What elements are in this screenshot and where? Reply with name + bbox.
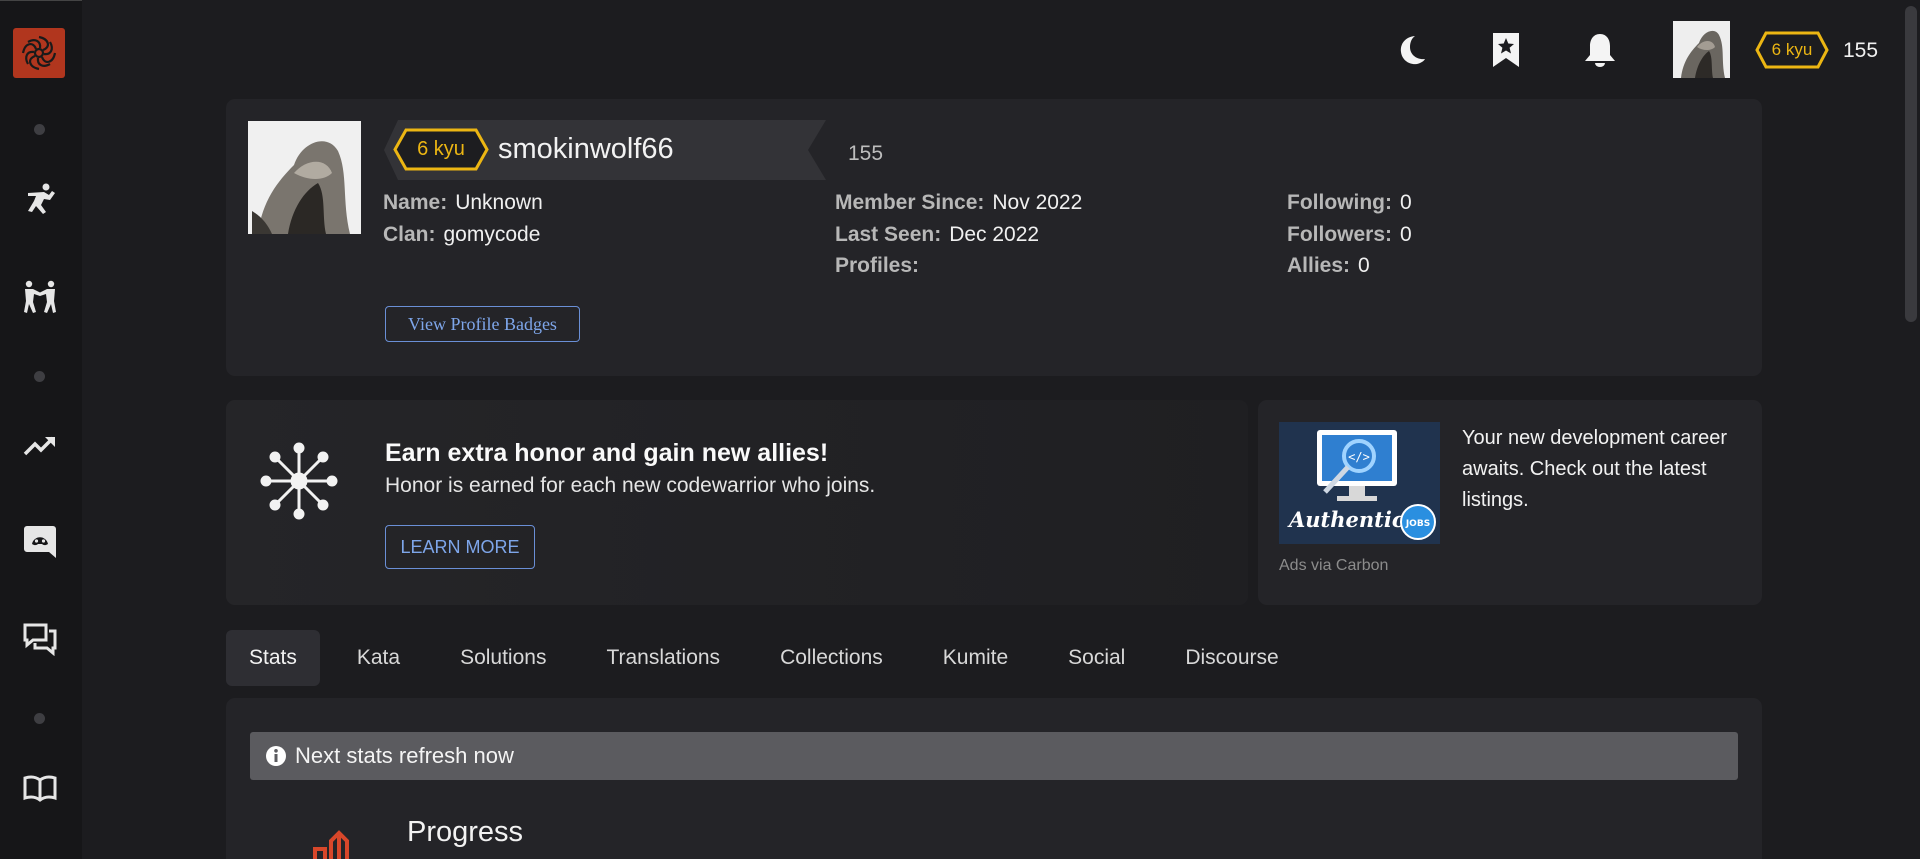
clan-label: Clan:	[383, 223, 436, 246]
stats-card: Next stats refresh now Progress	[226, 698, 1762, 859]
ad-jobs-badge: JOBS	[1405, 519, 1430, 529]
discord-icon	[24, 526, 56, 558]
sidebar	[0, 0, 82, 859]
trending-up-icon	[23, 436, 55, 456]
moon-icon	[1400, 36, 1425, 65]
rank-label: 6 kyu	[417, 138, 465, 160]
tab-translations[interactable]: Translations	[583, 630, 743, 686]
username: smokinwolf66	[498, 133, 674, 165]
tab-solutions[interactable]: Solutions	[437, 630, 569, 686]
tab-discourse[interactable]: Discourse	[1162, 630, 1301, 686]
tab-stats[interactable]: Stats	[226, 630, 320, 686]
page-scrollbar[interactable]	[1900, 0, 1920, 859]
name-field: Name: Unknown	[383, 191, 543, 215]
rank-badge: 6 kyu	[1755, 31, 1829, 69]
clan-value: gomycode	[443, 223, 541, 246]
last-seen-value: Dec 2022	[949, 223, 1040, 246]
progress-heading: Progress	[407, 816, 524, 848]
ad-image[interactable]: </> Authentic JOBS	[1279, 422, 1440, 544]
tab-collections[interactable]: Collections	[757, 630, 906, 686]
bell-icon	[1585, 34, 1615, 67]
scrollbar-thumb[interactable]	[1905, 6, 1917, 322]
stats-refresh-notice: Next stats refresh now	[250, 732, 1738, 780]
sidebar-item-kumite[interactable]	[20, 277, 60, 317]
honor-count: 155	[1843, 39, 1879, 62]
martial-arts-kick-icon	[28, 183, 55, 214]
rank-badge: 6 kyu	[393, 128, 489, 171]
tab-kumite[interactable]: Kumite	[920, 630, 1031, 686]
user-avatar[interactable]	[1673, 21, 1730, 78]
sparring-icon	[24, 280, 56, 313]
ad-card: </> Authentic JOBS Your new development …	[1258, 400, 1762, 605]
sidebar-divider-dot	[34, 124, 45, 135]
last-seen-field: Last Seen: Dec 2022	[835, 223, 1039, 247]
info-icon	[266, 746, 286, 766]
promo-subtitle: Honor is earned for each new codewarrior…	[385, 474, 876, 497]
refresh-notice-text: Next stats refresh now	[295, 743, 514, 768]
following-value: 0	[1399, 191, 1412, 214]
followers-value: 0	[1400, 223, 1412, 246]
tab-kata[interactable]: Kata	[334, 630, 423, 686]
book-icon	[23, 775, 57, 802]
name-value: Unknown	[455, 191, 543, 214]
allies-field: Allies: 0	[1287, 254, 1370, 278]
profile-tabs: Stats Kata Solutions Translations Collec…	[226, 630, 1316, 686]
sidebar-divider-dot	[34, 371, 45, 382]
sidebar-item-kata-practice[interactable]	[20, 179, 60, 219]
ad-text[interactable]: Your new development career awaits. Chec…	[1462, 423, 1747, 516]
following-label: Following:	[1287, 191, 1392, 214]
profile-card: 6 kyu smokinwolf66 155 Name: Unknown Clan…	[226, 99, 1762, 376]
notifications-button[interactable]	[1582, 32, 1618, 68]
followers-label: Followers:	[1287, 223, 1393, 246]
profile-honor: 155	[848, 142, 884, 165]
tab-social[interactable]: Social	[1045, 630, 1148, 686]
svg-text:</>: </>	[1348, 450, 1370, 464]
name-label: Name:	[383, 191, 448, 214]
sidebar-item-discourse[interactable]	[20, 619, 60, 659]
sidebar-divider-dot	[34, 713, 45, 724]
last-seen-label: Last Seen:	[835, 223, 942, 246]
theme-toggle-button[interactable]	[1394, 32, 1430, 68]
member-since-value: Nov 2022	[992, 191, 1083, 214]
member-since-label: Member Since:	[835, 191, 985, 214]
progress-arrow-icon	[311, 825, 361, 859]
profiles-label: Profiles:	[835, 254, 920, 277]
view-profile-badges-button[interactable]: View Profile Badges	[385, 306, 580, 342]
chat-bubbles-icon	[23, 623, 57, 656]
rank-label: 6 kyu	[1771, 40, 1813, 59]
allies-label: Allies:	[1287, 254, 1351, 277]
network-icon	[259, 441, 339, 526]
honor-promo-card: Earn extra honor and gain new allies! Ho…	[226, 400, 1248, 605]
member-since-field: Member Since: Nov 2022	[835, 191, 1082, 215]
followers-field: Followers: 0	[1287, 223, 1412, 247]
bookmarks-button[interactable]	[1488, 32, 1524, 68]
promo-title: Earn extra honor and gain new allies!	[385, 439, 829, 467]
following-field: Following: 0	[1287, 191, 1412, 215]
allies-value: 0	[1358, 254, 1370, 277]
codewars-logo-icon[interactable]	[13, 28, 65, 78]
sidebar-item-docs[interactable]	[20, 768, 60, 808]
clan-field: Clan: gomycode	[383, 223, 540, 247]
bookmark-star-icon	[1493, 33, 1519, 67]
sidebar-item-discord[interactable]	[20, 522, 60, 562]
sidebar-item-leaderboard[interactable]	[20, 426, 60, 466]
profile-avatar	[248, 121, 361, 234]
ads-via-carbon-link[interactable]: Ads via Carbon	[1279, 557, 1388, 575]
ad-brand-text: Authentic	[1287, 507, 1405, 532]
learn-more-button[interactable]: LEARN MORE	[385, 525, 535, 569]
profiles-field: Profiles:	[835, 254, 927, 278]
